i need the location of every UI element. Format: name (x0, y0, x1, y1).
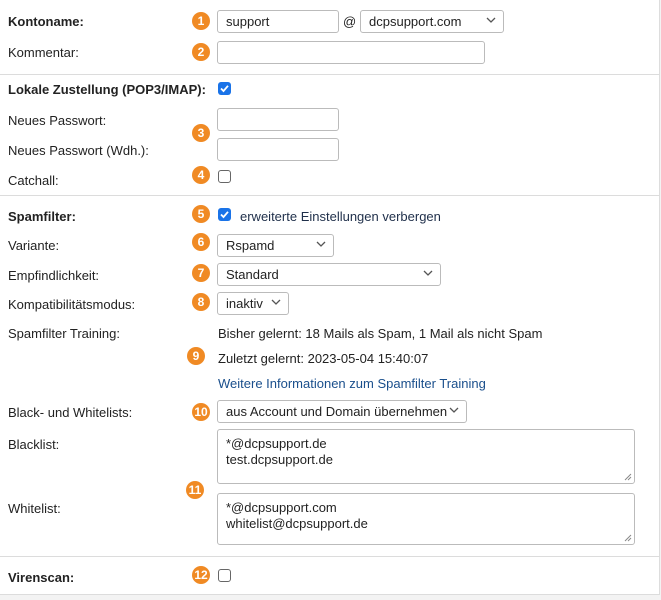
step-badge-1: 1 (192, 12, 210, 30)
compat-mode-select-value: inaktiv (226, 296, 263, 311)
advanced-settings-toggle[interactable]: erweiterte Einstellungen verbergen (240, 209, 441, 224)
step-badge-8: 8 (192, 293, 210, 311)
domain-select-value: dcpsupport.com (369, 14, 462, 29)
training-last-text: Zuletzt gelernt: 2023-05-04 15:40:07 (218, 351, 429, 366)
checkmark-icon (220, 211, 229, 219)
sensitivity-select-value: Standard (226, 267, 279, 282)
whitelist-line: *@dcpsupport.com (226, 500, 337, 515)
variant-select[interactable]: Rspamd (217, 234, 334, 257)
step-badge-6: 6 (192, 233, 210, 251)
at-sign: @ (343, 14, 357, 29)
comment-input[interactable] (217, 41, 485, 64)
divider (0, 556, 660, 557)
account-name-label: Kontoname: (8, 14, 84, 29)
new-password-repeat-label: Neues Passwort (Wdh.): (8, 143, 149, 158)
username-input[interactable] (217, 10, 339, 33)
lists-mode-select-value: aus Account und Domain übernehmen (226, 404, 448, 419)
checkmark-icon (220, 85, 229, 93)
step-badge-7: 7 (192, 264, 210, 282)
lists-mode-select[interactable]: aus Account und Domain übernehmen (217, 400, 467, 423)
step-badge-5: 5 (192, 205, 210, 223)
divider (0, 74, 660, 75)
lists-label: Black- und Whitelists: (8, 405, 133, 420)
variant-select-value: Rspamd (226, 238, 275, 253)
divider (0, 594, 660, 595)
compat-mode-label: Kompatibilitätsmodus: (8, 297, 136, 312)
new-password-input[interactable] (217, 108, 339, 131)
comment-label: Kommentar: (8, 45, 79, 60)
virus-panel (0, 557, 660, 594)
step-badge-12: 12 (192, 566, 210, 584)
chevron-down-icon (316, 241, 326, 247)
blacklist-line: *@dcpsupport.de (226, 436, 327, 451)
step-badge-10: 10 (192, 403, 210, 421)
blacklist-textarea[interactable]: *@dcpsupport.de test.dcpsupport.de (217, 429, 635, 484)
spamfilter-label: Spamfilter: (8, 209, 76, 224)
training-info-link[interactable]: Weitere Informationen zum Spamfilter Tra… (218, 376, 486, 391)
virus-scan-label: Virenscan: (8, 570, 75, 585)
sensitivity-label: Empfindlichkeit: (8, 268, 100, 283)
step-badge-2: 2 (192, 43, 210, 61)
divider (0, 195, 660, 196)
spam-training-label: Spamfilter Training: (8, 326, 120, 341)
new-password-repeat-input[interactable] (217, 138, 339, 161)
training-learned-text: Bisher gelernt: 18 Mails als Spam, 1 Mai… (218, 326, 543, 341)
catchall-label: Catchall: (8, 173, 59, 188)
sensitivity-select[interactable]: Standard (217, 263, 441, 286)
resize-handle-icon[interactable] (624, 473, 632, 481)
compat-mode-select[interactable]: inaktiv (217, 292, 289, 315)
step-badge-4: 4 (192, 166, 210, 184)
step-badge-3: 3 (192, 124, 210, 142)
spamfilter-checkbox[interactable] (218, 208, 231, 221)
blacklist-line: test.dcpsupport.de (226, 452, 333, 467)
chevron-down-icon (271, 299, 281, 305)
whitelist-line: whitelist@dcpsupport.de (226, 516, 368, 531)
chevron-down-icon (449, 407, 459, 413)
step-badge-11: 11 (186, 481, 204, 499)
local-delivery-checkbox[interactable] (218, 82, 231, 95)
chevron-down-icon (423, 270, 433, 276)
virus-scan-checkbox[interactable] (218, 569, 231, 582)
whitelist-label: Whitelist: (8, 501, 61, 516)
chevron-down-icon (486, 17, 496, 23)
local-delivery-label: Lokale Zustellung (POP3/IMAP): (8, 82, 206, 97)
new-password-label: Neues Passwort: (8, 113, 107, 128)
variant-label: Variante: (8, 238, 60, 253)
step-badge-9: 9 (187, 347, 205, 365)
resize-handle-icon[interactable] (624, 534, 632, 542)
domain-select[interactable]: dcpsupport.com (360, 10, 504, 33)
whitelist-textarea[interactable]: *@dcpsupport.com whitelist@dcpsupport.de (217, 493, 635, 545)
catchall-checkbox[interactable] (218, 170, 231, 183)
blacklist-label: Blacklist: (8, 437, 60, 452)
